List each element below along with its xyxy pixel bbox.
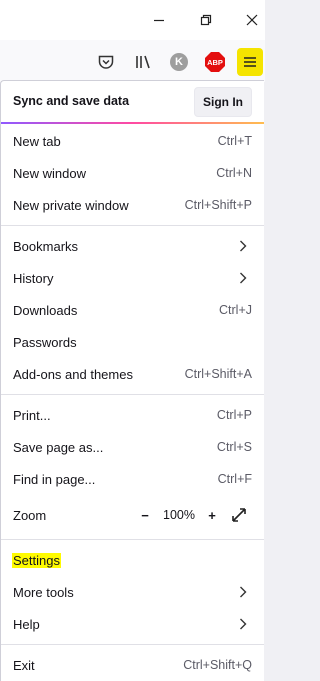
- menu-item-label: Help: [13, 616, 40, 632]
- zoom-level[interactable]: 100%: [163, 508, 195, 522]
- menu-item-shortcut: Ctrl+S: [216, 440, 252, 454]
- hamburger-menu-icon[interactable]: [237, 48, 263, 76]
- chevron-right-icon: [236, 585, 250, 599]
- menu-item-exit[interactable]: Exit Ctrl+Shift+Q: [1, 649, 264, 681]
- menu-item-passwords[interactable]: Passwords: [1, 326, 264, 358]
- separator: [1, 225, 264, 226]
- pocket-icon[interactable]: [94, 50, 118, 74]
- menu-item-shortcut: Ctrl+P: [216, 408, 252, 422]
- adblock-plus-text: ABP: [205, 52, 225, 72]
- separator: [1, 644, 264, 645]
- menu-item-label: Settings: [12, 552, 61, 568]
- menu-item-save-page[interactable]: Save page as... Ctrl+S: [1, 431, 264, 463]
- menu-item-find-in-page[interactable]: Find in page... Ctrl+F: [1, 463, 264, 495]
- menu-item-history[interactable]: History: [1, 262, 264, 294]
- menu-item-zoom: Zoom − 100% +: [1, 499, 264, 531]
- library-icon[interactable]: [131, 50, 155, 74]
- minimize-icon[interactable]: [146, 8, 172, 32]
- menu-item-label: Save page as...: [13, 439, 104, 455]
- menu-item-more-tools[interactable]: More tools: [1, 576, 264, 608]
- menu-item-shortcut: Ctrl+Shift+P: [184, 198, 252, 212]
- menu-item-label: New tab: [13, 133, 61, 149]
- menu-item-label: History: [13, 270, 54, 286]
- separator: [1, 394, 264, 395]
- sign-in-button[interactable]: Sign In: [194, 87, 252, 117]
- chevron-right-icon: [236, 239, 250, 253]
- menu-item-bookmarks[interactable]: Bookmarks: [1, 230, 264, 262]
- menu-item-print[interactable]: Print... Ctrl+P: [1, 399, 264, 431]
- menu-item-shortcut: Ctrl+Shift+Q: [183, 658, 252, 672]
- separator: [1, 539, 264, 540]
- menu-item-label: Find in page...: [13, 471, 96, 487]
- menu-item-label: New window: [13, 165, 86, 181]
- k-extension-letter: K: [170, 53, 188, 71]
- menu-item-help[interactable]: Help: [1, 608, 264, 640]
- menu-item-shortcut: Ctrl+F: [217, 472, 252, 486]
- menu-item-shortcut: Ctrl+Shift+A: [184, 367, 252, 381]
- menu-item-new-window[interactable]: New window Ctrl+N: [1, 157, 264, 189]
- menu-item-shortcut: Ctrl+N: [216, 166, 252, 180]
- fullscreen-icon[interactable]: [231, 507, 247, 523]
- menu-item-addons-themes[interactable]: Add-ons and themes Ctrl+Shift+A: [1, 358, 264, 390]
- app-menu-panel: Sync and save data Sign In New tab Ctrl+…: [0, 80, 264, 681]
- menu-item-label: Print...: [13, 407, 51, 423]
- menu-item-label: Add-ons and themes: [13, 366, 133, 382]
- menu-item-label: Bookmarks: [13, 238, 79, 254]
- restore-icon[interactable]: [193, 8, 219, 32]
- menu-item-label: More tools: [13, 584, 74, 600]
- zoom-out-button[interactable]: −: [136, 506, 154, 524]
- k-extension-icon[interactable]: K: [167, 50, 191, 74]
- menu-item-label: Downloads: [13, 302, 78, 318]
- menu-item-new-tab[interactable]: New tab Ctrl+T: [1, 125, 264, 157]
- sync-row: Sync and save data Sign In: [1, 85, 264, 117]
- sync-label: Sync and save data: [13, 94, 130, 108]
- title-bar: [0, 0, 265, 40]
- chevron-right-icon: [236, 271, 250, 285]
- menu-item-label: Exit: [13, 657, 35, 673]
- menu-item-shortcut: Ctrl+T: [217, 134, 252, 148]
- menu-item-downloads[interactable]: Downloads Ctrl+J: [1, 294, 264, 326]
- menu-item-shortcut: Ctrl+J: [219, 303, 252, 317]
- chevron-right-icon: [236, 617, 250, 631]
- menu-item-label: Passwords: [13, 334, 77, 350]
- menu-item-label: Zoom: [13, 507, 47, 523]
- menu-item-label: New private window: [13, 197, 129, 213]
- menu-item-new-private-window[interactable]: New private window Ctrl+Shift+P: [1, 189, 264, 221]
- close-icon[interactable]: [239, 8, 265, 32]
- adblock-plus-icon[interactable]: ABP: [203, 50, 227, 74]
- menu-item-settings[interactable]: Settings: [1, 544, 264, 576]
- sync-accent-line: [1, 122, 264, 124]
- zoom-in-button[interactable]: +: [203, 506, 221, 524]
